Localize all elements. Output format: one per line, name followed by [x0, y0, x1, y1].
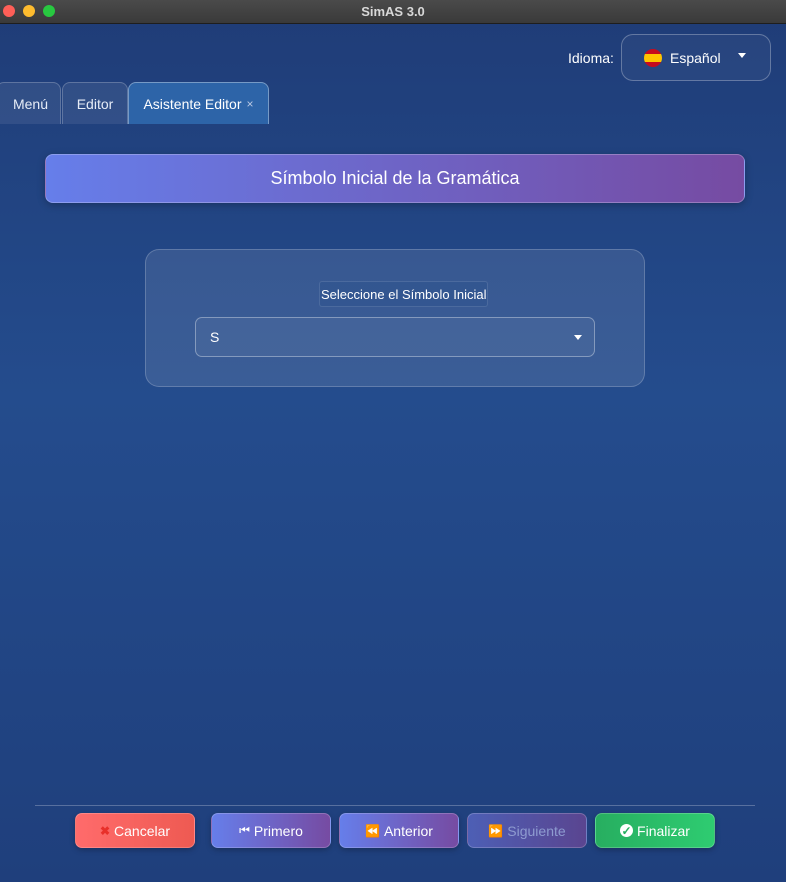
chevron-down-icon — [574, 335, 582, 340]
first-button-label: Primero — [253, 822, 303, 839]
tab-menu[interactable]: Menú — [0, 82, 61, 124]
tab-editor[interactable]: Editor — [62, 82, 128, 124]
spain-flag-icon — [644, 48, 662, 67]
tab-label: Editor — [76, 95, 114, 112]
close-icon[interactable]: × — [247, 97, 254, 111]
tab-label: Menú — [12, 95, 49, 112]
close-icon: ✖ — [99, 823, 111, 838]
previous-button-label: Anterior — [383, 822, 433, 839]
start-symbol-select[interactable]: S — [195, 317, 595, 357]
window-title: SimAS 3.0 — [361, 4, 425, 19]
chevron-down-icon — [738, 53, 746, 58]
footer-divider — [35, 805, 755, 806]
skip-first-icon: ⏮ — [239, 823, 250, 837]
language-label: Idioma: — [568, 50, 614, 66]
next-button-label: Siguiente — [507, 822, 566, 839]
cancel-button[interactable]: ✖ Cancelar — [75, 813, 195, 848]
tab-asistente-editor[interactable]: Asistente Editor × — [128, 82, 269, 124]
finish-button[interactable]: ✓ Finalizar — [595, 813, 715, 848]
previous-button[interactable]: ⏪ Anterior — [339, 813, 459, 848]
tab-label: Asistente Editor — [143, 95, 242, 112]
page-title: Símbolo Inicial de la Gramática — [45, 154, 745, 203]
start-symbol-label: Seleccione el Símbolo Inicial — [319, 281, 489, 307]
check-circle-icon: ✓ — [620, 823, 634, 838]
language-select[interactable]: Español — [621, 34, 771, 81]
start-symbol-value: S — [210, 329, 220, 345]
first-button[interactable]: ⏮ Primero — [211, 813, 331, 848]
start-symbol-panel: Seleccione el Símbolo Inicial S — [145, 249, 645, 387]
fast-forward-icon: ⏩ — [488, 823, 504, 838]
language-selected-value: Español — [670, 49, 721, 66]
window-titlebar: SimAS 3.0 — [0, 0, 786, 24]
next-button[interactable]: ⏩ Siguiente — [467, 813, 587, 848]
finish-button-label: Finalizar — [637, 822, 690, 839]
rewind-icon: ⏪ — [365, 823, 380, 838]
cancel-button-label: Cancelar — [114, 822, 171, 839]
